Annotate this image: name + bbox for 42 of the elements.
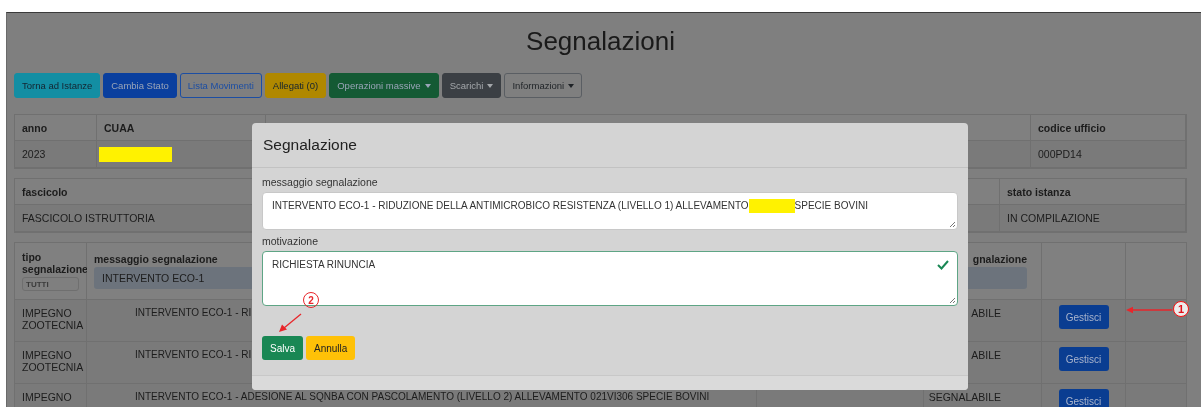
table-cell: INTERVENTO ECO-1 - RI xyxy=(135,349,252,360)
column-header: messaggio segnalazione xyxy=(94,253,218,265)
field-label: messaggio segnalazione xyxy=(262,176,379,188)
pointer-arrow xyxy=(279,311,303,333)
resize-grip-icon xyxy=(949,221,955,227)
toolbar-button[interactable]: Scarichi xyxy=(441,73,502,98)
table-cell: 000PD14 xyxy=(1031,141,1186,168)
save-button[interactable]: Salva xyxy=(262,336,303,360)
table-cell: ABILE xyxy=(971,349,1001,361)
pointer-arrow xyxy=(1126,306,1172,314)
redaction-bar xyxy=(748,199,795,213)
page-title: Segnalazioni xyxy=(526,25,675,58)
table-cell: 2023 xyxy=(15,141,97,168)
manage-button[interactable]: Gestisci xyxy=(1058,305,1109,329)
table-cell: INTERVENTO ECO-1 - RI xyxy=(135,307,252,318)
column-header: stato istanza xyxy=(1000,179,1186,205)
column-header: tipo segnalazione xyxy=(22,251,88,275)
check-icon xyxy=(937,260,949,270)
toolbar-button[interactable]: Allegati (0) xyxy=(264,73,327,98)
modal-title: Segnalazione xyxy=(263,136,357,154)
manage-button[interactable]: Gestisci xyxy=(1058,347,1109,371)
table-cell: IN COMPILAZIONE xyxy=(1000,205,1186,232)
message-field[interactable]: INTERVENTO ECO-1 - RIDUZIONE DELLA ANTIMICROBICO RESISTENZA (LIVELLO 1) ALLEVAMENTO SPECIE BOVINI xyxy=(262,192,958,230)
manage-button[interactable]: Gestisci xyxy=(1058,389,1109,407)
toolbar-button[interactable]: Informazioni xyxy=(504,73,583,98)
column-header: gnalazione xyxy=(972,253,1027,265)
table-cell: ABILE xyxy=(971,307,1001,319)
column-header: CUAA xyxy=(97,115,266,141)
column-header: codice ufficio xyxy=(1031,115,1186,141)
toolbar-button[interactable]: Operazioni massive xyxy=(329,73,439,98)
toolbar-button[interactable]: Torna ad Istanze xyxy=(14,73,101,98)
column-header: anno xyxy=(15,115,97,141)
table-cell: SEGNALABILE xyxy=(928,391,1001,403)
filter-field[interactable]: TUTTI xyxy=(22,277,79,291)
resize-grip-icon xyxy=(949,297,955,303)
toolbar-button[interactable]: Cambia Stato xyxy=(103,73,177,98)
field-label: motivazione xyxy=(262,235,320,247)
table-cell: IMPEGNO ZOOTECNIA xyxy=(15,300,87,342)
table-cell: INTERVENTO ECO-1 - ADESIONE AL SQNBA CON PASCOLAMENTO (LIVELLO 2) ALLEVAMENTO 021VI306 SPECIE BOVINI xyxy=(135,391,710,402)
table-cell: IMPEGNO xyxy=(15,384,87,407)
cancel-button[interactable]: Annulla xyxy=(306,336,356,360)
table-cell: IMPEGNO ZOOTECNIA xyxy=(15,342,87,384)
